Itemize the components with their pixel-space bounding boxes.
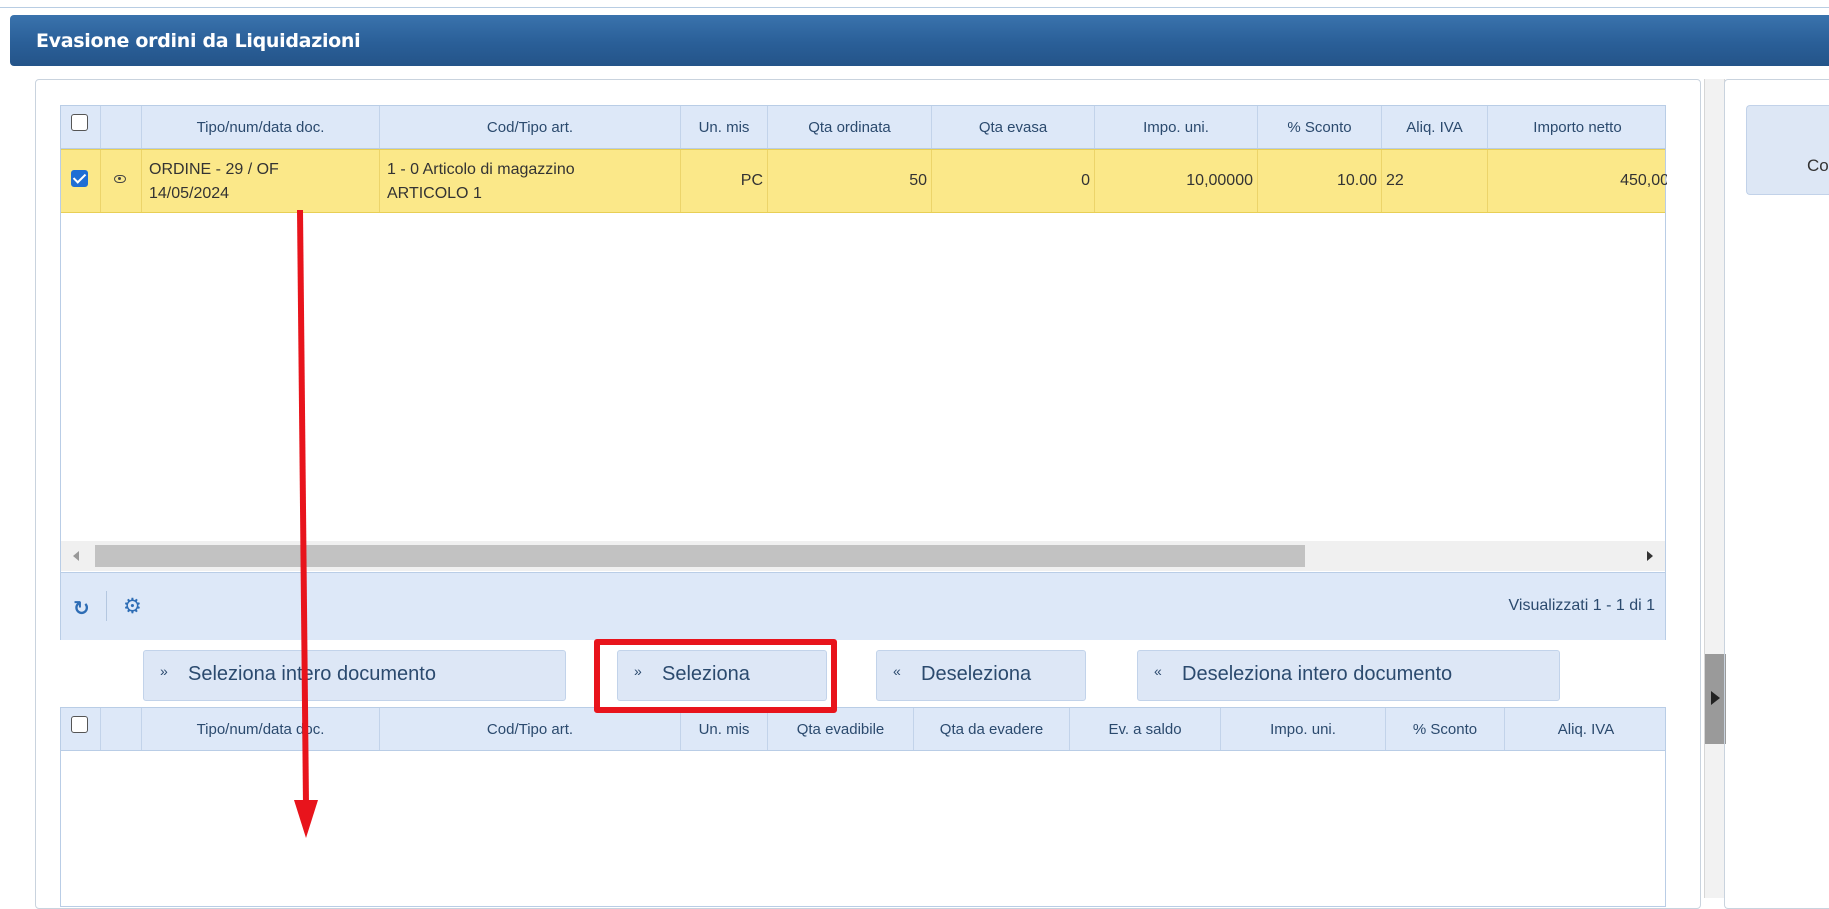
cell-um: PC [681, 150, 768, 212]
splitter-handle[interactable] [1705, 654, 1726, 744]
panel-splitter[interactable] [1704, 79, 1726, 898]
col-header-art[interactable]: Cod/Tipo art. [380, 106, 681, 148]
header-blank-col [101, 708, 142, 750]
expand-right-icon[interactable] [1711, 691, 1720, 705]
cell-sconto: 10.00 [1258, 150, 1382, 212]
cell-impo-uni-value: 10,00000 [1186, 172, 1253, 189]
deselect-button[interactable]: « Deseleziona [876, 650, 1086, 701]
deselect-whole-document-button[interactable]: « Deseleziona intero documento [1137, 650, 1560, 701]
scrollbar-thumb[interactable] [95, 545, 1305, 567]
cell-qta-ordinata-value: 50 [909, 172, 927, 189]
header-select-all-cell [61, 708, 101, 750]
chevron-double-up-icon: « [893, 663, 901, 679]
deselect-label: Deseleziona [921, 663, 1032, 685]
eye-icon[interactable] [114, 175, 126, 183]
cell-doc: ORDINE - 29 / OF 14/05/2024 [142, 150, 380, 212]
col-header-qta-da-evadere[interactable]: Qta da evadere [914, 708, 1070, 750]
grid-toolbar: ↻ ⚙ Visualizzati 1 - 1 di 1 [61, 572, 1665, 640]
row-checkbox[interactable] [71, 170, 88, 187]
col-header-aliq-iva[interactable]: Aliq. IVA [1382, 106, 1488, 148]
col-header-ev-a-saldo[interactable]: Ev. a saldo [1070, 708, 1221, 750]
col-header-doc[interactable]: Tipo/num/data doc. [142, 106, 380, 148]
cell-qta-evasa-value: 0 [1081, 172, 1090, 189]
right-panel-button[interactable]: Co [1746, 105, 1829, 195]
select-all-checkbox[interactable] [71, 716, 88, 733]
cell-aliq-iva-value: 22 [1386, 172, 1404, 189]
deselect-whole-document-label: Deseleziona intero documento [1182, 663, 1453, 685]
col-header-impo-uni[interactable]: Impo. uni. [1221, 708, 1386, 750]
col-header-um[interactable]: Un. mis [681, 106, 768, 148]
orders-grid: Tipo/num/data doc. Cod/Tipo art. Un. mis… [60, 105, 1667, 640]
window-titlebar: Evasione ordini da Liquidazioni [10, 15, 1829, 66]
row-view-cell [101, 150, 142, 212]
cell-impo-uni: 10,00000 [1095, 150, 1258, 212]
right-panel-button-label: Co [1807, 156, 1829, 175]
selected-items-grid-header: Tipo/num/data doc. Cod/Tipo art. Un. mis… [61, 708, 1665, 751]
chevron-double-down-icon: » [160, 663, 168, 679]
col-header-doc[interactable]: Tipo/num/data doc. [142, 708, 380, 750]
toolbar-divider [106, 591, 107, 621]
col-header-sconto[interactable]: % Sconto [1386, 708, 1505, 750]
top-strip [0, 0, 1829, 8]
orders-grid-header: Tipo/num/data doc. Cod/Tipo art. Un. mis… [61, 106, 1665, 149]
window-title: Evasione ordini da Liquidazioni [36, 30, 361, 52]
cell-um-value: PC [740, 172, 763, 189]
right-panel [1724, 79, 1829, 909]
select-whole-document-label: Seleziona intero documento [188, 663, 436, 685]
gear-icon[interactable]: ⚙ [123, 594, 142, 619]
col-header-importo-netto[interactable]: Importo netto [1488, 106, 1667, 148]
select-whole-document-button[interactable]: » Seleziona intero documento [143, 650, 566, 701]
cell-art: 1 - 0 Articolo di magazzino ARTICOLO 1 [380, 150, 681, 212]
pager-info: Visualizzati 1 - 1 di 1 [1508, 597, 1655, 614]
refresh-icon[interactable]: ↻ [73, 596, 90, 621]
col-header-impo-uni[interactable]: Impo. uni. [1095, 106, 1258, 148]
scroll-left-icon[interactable] [73, 551, 79, 561]
col-header-qta-evasa[interactable]: Qta evasa [932, 106, 1095, 148]
col-header-aliq-iva[interactable]: Aliq. IVA [1505, 708, 1667, 750]
col-header-sconto[interactable]: % Sconto [1258, 106, 1382, 148]
col-header-um[interactable]: Un. mis [681, 708, 768, 750]
selected-items-grid: Tipo/num/data doc. Cod/Tipo art. Un. mis… [60, 707, 1666, 907]
art-line-1: 1 - 0 Articolo di magazzino [387, 161, 575, 178]
cell-importo-netto-value: 450,00 [1620, 172, 1667, 189]
doc-line-2: 14/05/2024 [149, 185, 230, 202]
select-all-checkbox[interactable] [71, 114, 88, 131]
header-select-all-cell [61, 106, 101, 148]
cell-qta-evasa: 0 [932, 150, 1095, 212]
table-row[interactable]: ORDINE - 29 / OF 14/05/2024 1 - 0 Artico… [61, 149, 1667, 213]
cell-sconto-value: 10.00 [1336, 172, 1377, 189]
header-view-col [101, 106, 142, 148]
col-header-art[interactable]: Cod/Tipo art. [380, 708, 681, 750]
cell-aliq-iva: 22 [1382, 150, 1488, 212]
cell-importo-netto: 450,00 [1488, 150, 1667, 212]
col-header-qta-evadibile[interactable]: Qta evadibile [768, 708, 914, 750]
col-header-qta-ordinata[interactable]: Qta ordinata [768, 106, 932, 148]
highlight-box-annotation [594, 639, 837, 713]
art-line-2: ARTICOLO 1 [387, 185, 482, 202]
horizontal-scrollbar[interactable] [61, 541, 1665, 571]
row-select-cell [61, 150, 101, 212]
chevron-double-up-icon: « [1154, 663, 1162, 679]
cell-qta-ordinata: 50 [768, 150, 932, 212]
doc-line-1: ORDINE - 29 / OF [149, 161, 279, 178]
scroll-right-icon[interactable] [1647, 551, 1653, 561]
